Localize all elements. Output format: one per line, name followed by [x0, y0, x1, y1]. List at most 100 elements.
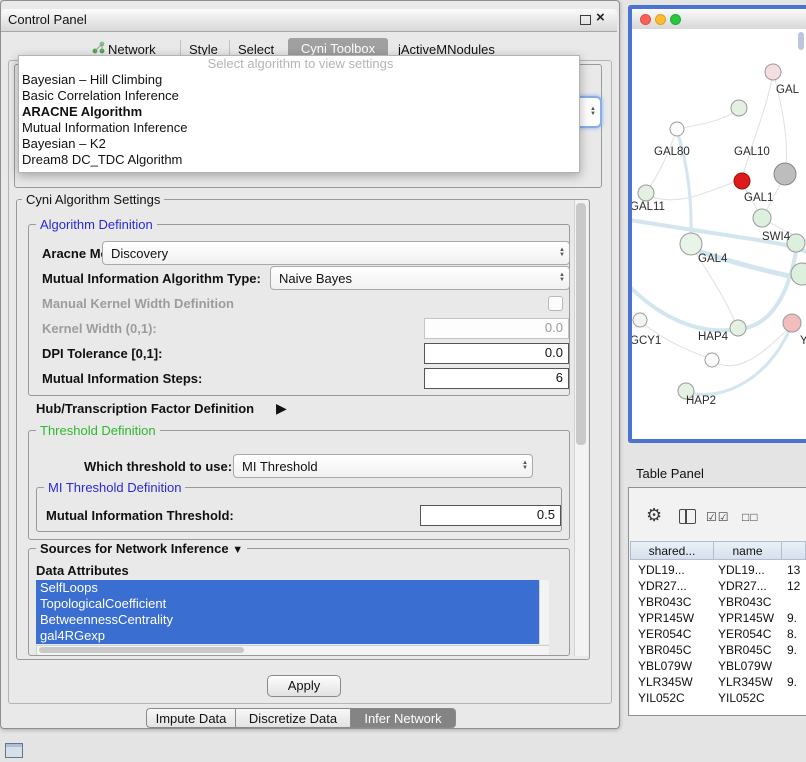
- column-header-shared[interactable]: shared...: [630, 541, 714, 560]
- table-cell[interactable]: YPR145W: [718, 611, 774, 625]
- dropdown-option[interactable]: Bayesian – K2: [19, 136, 579, 152]
- bottom-tab-discretize-data[interactable]: Discretize Data: [235, 708, 351, 728]
- expand-right-icon[interactable]: ▶: [276, 400, 287, 417]
- chevron-updown-icon: ▲▼: [559, 267, 565, 289]
- select-all-rows-icon[interactable]: ☑☑: [706, 510, 730, 524]
- column-header-name[interactable]: name: [713, 541, 782, 560]
- node-label: Y: [800, 335, 806, 347]
- column-header-partial[interactable]: [781, 541, 806, 560]
- apply-button[interactable]: Apply: [267, 675, 341, 697]
- node-circle[interactable]: [633, 313, 647, 327]
- float-window-icon[interactable]: [580, 15, 591, 25]
- kernel-width-label: Kernel Width (0,1):: [42, 321, 157, 336]
- gear-icon[interactable]: ⚙: [646, 505, 662, 526]
- table-cell[interactable]: YER054C: [638, 627, 691, 641]
- table-cell[interactable]: 13: [787, 563, 800, 577]
- list-item[interactable]: SelfLoops: [36, 580, 541, 596]
- node-label: GAL80: [654, 146, 690, 158]
- node-circle[interactable]: [730, 320, 746, 336]
- table-cell[interactable]: 9.: [787, 643, 797, 657]
- table-cell[interactable]: YER054C: [718, 627, 771, 641]
- node-label: HAP2: [686, 395, 716, 407]
- table-cell[interactable]: YBL079W: [718, 659, 772, 673]
- manual-kernel-checkbox[interactable]: [548, 296, 563, 311]
- dpi-tolerance-field[interactable]: 0.0: [424, 343, 569, 364]
- table-cell[interactable]: 8.: [787, 627, 797, 641]
- collapse-down-icon[interactable]: ▼: [232, 544, 243, 556]
- node-label: GAL1: [744, 192, 773, 204]
- list-item[interactable]: TopologicalCoefficient: [36, 596, 541, 612]
- attributes-list[interactable]: SelfLoops TopologicalCoefficient Between…: [36, 580, 548, 644]
- table-cell[interactable]: 12: [787, 579, 800, 593]
- mi-threshold-label: Mutual Information Threshold:: [46, 508, 234, 523]
- table-cell[interactable]: YDL19...: [718, 563, 765, 577]
- node-circle[interactable]: [753, 209, 771, 227]
- node-label: GAL10: [734, 146, 770, 158]
- bottom-tab-impute-data[interactable]: Impute Data: [146, 708, 236, 728]
- sources-group-title[interactable]: Sources for Network Inference ▼: [36, 541, 247, 556]
- table-cell[interactable]: YLR345W: [638, 675, 693, 689]
- table-cell[interactable]: YBL079W: [638, 659, 692, 673]
- restore-panel-icon[interactable]: [5, 743, 23, 758]
- mi-steps-label: Mutual Information Steps:: [42, 371, 202, 386]
- hub-section-label[interactable]: Hub/Transcription Factor Definition: [36, 401, 254, 416]
- aracne-mode-select[interactable]: Discovery ▲▼: [102, 241, 570, 265]
- dropdown-option[interactable]: Basic Correlation Inference: [19, 88, 579, 104]
- list-vertical-scrollbar[interactable]: [539, 580, 549, 644]
- data-attributes-label: Data Attributes: [36, 563, 129, 578]
- network-canvas-scrollbar-thumb[interactable]: [798, 32, 804, 50]
- close-traffic-light[interactable]: [640, 14, 651, 25]
- dropdown-option-selected[interactable]: ARACNE Algorithm: [19, 104, 579, 120]
- kernel-width-field[interactable]: 0.0: [424, 318, 569, 339]
- table-body[interactable]: YDL19... YDL19... 13 YDR27... YDR27... 1…: [630, 560, 806, 715]
- table-cell[interactable]: YDR27...: [718, 579, 767, 593]
- table-cell[interactable]: YBR043C: [638, 595, 691, 609]
- deselect-all-rows-icon[interactable]: □□: [742, 510, 759, 524]
- list-horizontal-scrollbar[interactable]: [36, 645, 549, 655]
- node-circle[interactable]: [783, 314, 801, 332]
- table-cell[interactable]: YDR27...: [638, 579, 687, 593]
- node-circle-hub[interactable]: [774, 163, 796, 185]
- table-cell[interactable]: YPR145W: [638, 611, 694, 625]
- table-cell[interactable]: YDL19...: [638, 563, 685, 577]
- column-layout-icon[interactable]: [679, 509, 696, 524]
- mi-steps-field[interactable]: 6: [424, 368, 569, 389]
- node-label: SWI4: [762, 231, 791, 243]
- node-circle[interactable]: [731, 100, 747, 116]
- node-circle[interactable]: [680, 233, 702, 255]
- settings-scrollbar-thumb[interactable]: [576, 203, 586, 445]
- node-circle[interactable]: [670, 122, 684, 136]
- zoom-traffic-light[interactable]: [670, 14, 681, 25]
- node-circle[interactable]: [765, 64, 781, 80]
- table-cell[interactable]: YLR345W: [718, 675, 773, 689]
- chevron-updown-icon: ▲▼: [590, 98, 596, 126]
- node-circle-red[interactable]: [734, 173, 750, 189]
- settings-scrollbar[interactable]: [574, 200, 588, 656]
- table-cell[interactable]: YIL052C: [638, 691, 685, 705]
- list-item[interactable]: gal4RGexp: [36, 628, 541, 644]
- which-threshold-select[interactable]: MI Threshold ▲▼: [233, 454, 533, 478]
- node-label: GCY1: [632, 335, 661, 347]
- table-cell[interactable]: 9.: [787, 611, 797, 625]
- control-panel-titlebar[interactable]: [1, 9, 617, 32]
- minimize-traffic-light[interactable]: [655, 14, 666, 25]
- table-cell[interactable]: 9.: [787, 675, 797, 689]
- table-cell[interactable]: YBR045C: [638, 643, 691, 657]
- mi-threshold-field[interactable]: 0.5: [420, 505, 561, 526]
- node-circle[interactable]: [638, 185, 654, 201]
- dropdown-option[interactable]: Dream8 DC_TDC Algorithm: [19, 152, 579, 168]
- bottom-tab-infer-network[interactable]: Infer Network: [350, 708, 456, 728]
- list-horizontal-scrollbar-thumb[interactable]: [39, 647, 244, 653]
- table-cell[interactable]: YIL052C: [718, 691, 765, 705]
- table-cell[interactable]: YBR043C: [718, 595, 771, 609]
- table-cell[interactable]: YBR045C: [718, 643, 771, 657]
- dropdown-option[interactable]: Bayesian – Hill Climbing: [19, 72, 579, 88]
- network-canvas[interactable]: GAL GAL80 GAL10 GAL11 GAL1 SWI4 GAL4 GCY…: [632, 29, 806, 439]
- dropdown-option[interactable]: Mutual Information Inference: [19, 120, 579, 136]
- node-circle[interactable]: [705, 353, 719, 367]
- mi-threshold-group-title: MI Threshold Definition: [44, 480, 185, 495]
- list-item[interactable]: BetweennessCentrality: [36, 612, 541, 628]
- mi-type-select[interactable]: Naive Bayes ▲▼: [270, 266, 570, 290]
- sources-title-text: Sources for Network Inference: [40, 541, 229, 556]
- close-icon[interactable]: ×: [596, 9, 605, 26]
